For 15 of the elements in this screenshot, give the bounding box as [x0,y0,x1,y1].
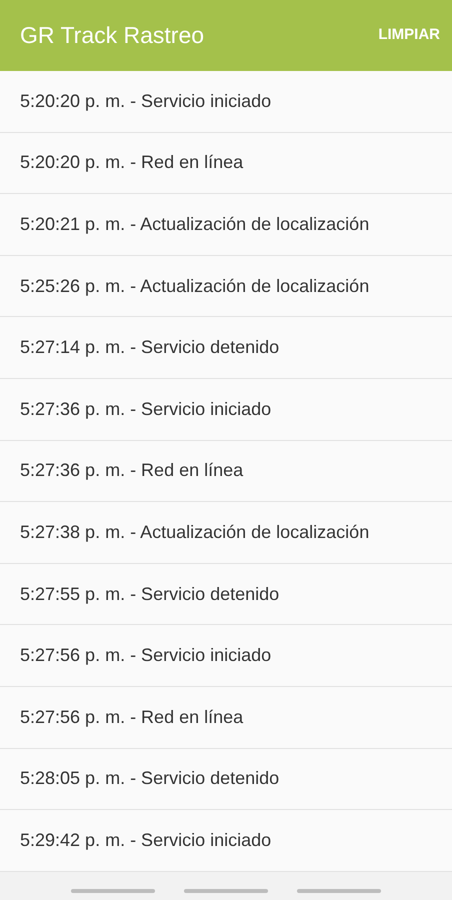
log-entry: 5:27:55 p. m. - Servicio detenido [0,564,452,626]
log-entry: 5:27:56 p. m. - Servicio iniciado [0,625,452,687]
log-entry: 5:20:20 p. m. - Servicio iniciado [0,71,452,133]
log-entry: 5:28:05 p. m. - Servicio detenido [0,748,452,810]
log-entry: 5:27:38 p. m. - Actualización de localización [0,502,452,564]
clear-button[interactable]: LIMPIAR [374,16,444,55]
log-entry: 5:29:42 p. m. - Servicio iniciado [0,810,452,872]
log-entry: 5:20:21 p. m. - Actualización de localización [0,194,452,256]
log-entry: 5:27:36 p. m. - Servicio iniciado [0,378,452,441]
log-entry: 5:25:26 p. m. - Actualización de localización [0,256,452,318]
log-entry: 5:27:56 p. m. - Red en línea [0,686,452,749]
log-entry: 5:27:36 p. m. - Red en línea [0,440,452,502]
log-entry: 5:27:14 p. m. - Servicio detenido [0,317,452,379]
log-entry: 5:20:20 p. m. - Red en línea [0,132,452,194]
app-title: GR Track Rastreo [20,21,204,50]
